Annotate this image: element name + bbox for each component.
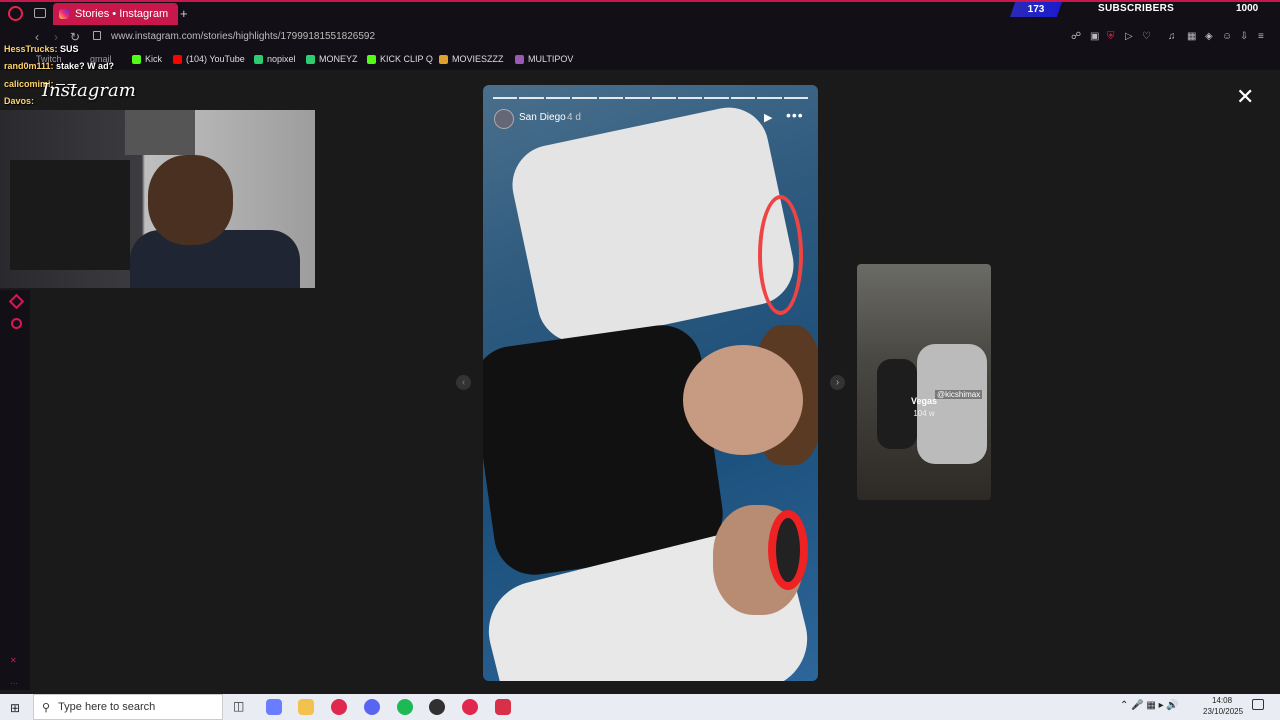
story-photo-glasses <box>758 195 803 315</box>
movie-icon <box>439 54 448 64</box>
extensions-icon[interactable]: ▦ <box>1187 31 1196 42</box>
multipov-icon <box>515 54 524 64</box>
chat-message: HessTrucks: SUS <box>4 44 79 54</box>
clock-date[interactable]: 23/10/2025 <box>1203 707 1243 716</box>
story-progress-segment <box>757 97 782 99</box>
sidebar-x-icon[interactable]: ✕ <box>10 656 17 665</box>
account-icon[interactable]: ☺ <box>1222 31 1232 42</box>
system-tray[interactable]: ⌃ 🎤 ▦ ▸ 🔊 <box>1120 700 1179 711</box>
story-progress-segment <box>651 97 676 99</box>
close-button[interactable]: ✕ <box>1236 84 1254 110</box>
story-progress-segment <box>493 97 518 99</box>
webcam-overlay <box>0 110 315 288</box>
bookmark-movieszzz[interactable]: MOVIESZZZ <box>439 54 504 64</box>
story-progress-segment <box>545 97 571 99</box>
url-field[interactable]: www.instagram.com/stories/highlights/179… <box>111 31 375 42</box>
download-icon[interactable]: ⇩ <box>1240 31 1248 42</box>
puzzle-icon[interactable]: ◈ <box>1205 31 1213 42</box>
story-progress-segment <box>598 97 624 99</box>
story-timestamp: 4 d <box>567 112 581 123</box>
bookmark-kick-clip-q[interactable]: KICK CLIP Q <box>367 54 433 64</box>
forward-button[interactable]: › <box>54 30 58 44</box>
story-photo-glasses <box>768 510 808 590</box>
bookmark-youtube[interactable]: (104) YouTube <box>173 54 245 64</box>
next-story-age: 104 w <box>913 409 935 418</box>
streamer-head <box>148 155 233 245</box>
moneyz-icon <box>306 54 315 64</box>
next-story-button[interactable]: › <box>830 375 845 390</box>
snapshot-icon[interactable]: ▣ <box>1090 31 1099 42</box>
next-story-preview[interactable]: @kicshimax Vegas 104 w <box>857 264 991 500</box>
story-progress-bar <box>493 97 809 99</box>
browser-titlebar <box>0 0 1280 28</box>
tab-switcher-icon[interactable] <box>34 8 46 18</box>
chat-message: rand0m111: stake? W ad? <box>4 61 115 71</box>
new-tab-button[interactable]: + <box>180 6 188 21</box>
notification-icon[interactable] <box>1252 699 1264 710</box>
search-placeholder: Type here to search <box>58 701 156 713</box>
menu-icon[interactable]: ≡ <box>1258 31 1264 42</box>
instagram-watermark: Instagram <box>42 80 136 101</box>
opera-logo-icon[interactable] <box>8 6 23 21</box>
bookmark-moneyz[interactable]: MONEYZ <box>306 54 358 64</box>
story-progress-segment <box>730 97 756 99</box>
bookmark-nopixel[interactable]: nopixel <box>254 54 296 64</box>
back-button[interactable]: ‹ <box>35 30 39 44</box>
app-red-icon[interactable] <box>462 699 478 715</box>
story-photo-person <box>505 100 801 350</box>
reload-button[interactable]: ↻ <box>70 30 80 44</box>
instagram-favicon-icon <box>59 9 69 19</box>
windows-start-icon[interactable]: ⊞ <box>10 701 20 715</box>
task-view-icon[interactable]: ◫ <box>233 699 244 713</box>
chat-message: Davos: <box>4 96 35 106</box>
play-icon[interactable]: ▷ <box>1125 31 1133 42</box>
subscriber-count-current: 173 <box>1010 2 1062 17</box>
copilot-icon[interactable] <box>266 699 282 715</box>
settings-gear-icon[interactable] <box>11 318 22 329</box>
youtube-icon <box>173 54 182 64</box>
avatar[interactable] <box>494 109 514 129</box>
shield-icon[interactable]: ⛨ <box>1107 31 1115 42</box>
more-options-icon[interactable]: ••• <box>786 107 804 123</box>
story-progress-segment <box>677 97 703 99</box>
discord-icon[interactable] <box>364 699 380 715</box>
speaker-icon[interactable]: ♫ <box>1168 31 1176 42</box>
heart-icon[interactable]: ♡ <box>1142 31 1151 42</box>
pin-icon[interactable]: ☍ <box>1071 31 1081 42</box>
app-red-square-icon[interactable] <box>495 699 511 715</box>
kick-icon <box>132 54 141 64</box>
browser-sidebar <box>0 290 30 690</box>
bookmark-kick[interactable]: Kick <box>132 54 162 64</box>
story-progress-segment <box>519 97 544 99</box>
opera-taskbar-icon[interactable] <box>331 699 347 715</box>
play-triangle-icon <box>367 54 376 64</box>
story-viewer[interactable]: San Diego 4 d ▶ ••• <box>483 85 818 681</box>
lock-icon[interactable] <box>93 31 101 40</box>
spotify-icon[interactable] <box>397 699 413 715</box>
subscriber-goal-label: SUBSCRIBERS <box>1098 3 1175 14</box>
poster <box>125 110 195 155</box>
story-title[interactable]: San Diego <box>519 112 566 123</box>
nopixel-icon <box>254 54 263 64</box>
story-progress-segment <box>625 97 650 99</box>
story-progress-segment <box>704 97 729 99</box>
play-icon[interactable]: ▶ <box>764 111 772 124</box>
previous-story-button[interactable]: ‹ <box>456 375 471 390</box>
tab-instagram-stories[interactable]: Stories • Instagram <box>53 3 178 25</box>
file-explorer-icon[interactable] <box>298 699 314 715</box>
subscriber-count-goal: 1000 <box>1236 3 1259 14</box>
taskbar-search-input[interactable]: ⚲ Type here to search <box>33 694 223 720</box>
sidebar-more-icon[interactable]: … <box>10 677 18 686</box>
obs-icon[interactable] <box>429 699 445 715</box>
tab-title: Stories • Instagram <box>75 8 169 20</box>
story-progress-segment <box>783 97 809 99</box>
story-photo-face <box>683 345 803 455</box>
bookmark-multipov[interactable]: MULTIPOV <box>515 54 573 64</box>
next-story-title: Vegas <box>910 396 938 406</box>
clock-time[interactable]: 14:08 <box>1212 696 1232 705</box>
search-icon: ⚲ <box>42 701 51 714</box>
microphone <box>10 160 130 270</box>
story-progress-segment <box>572 97 597 99</box>
